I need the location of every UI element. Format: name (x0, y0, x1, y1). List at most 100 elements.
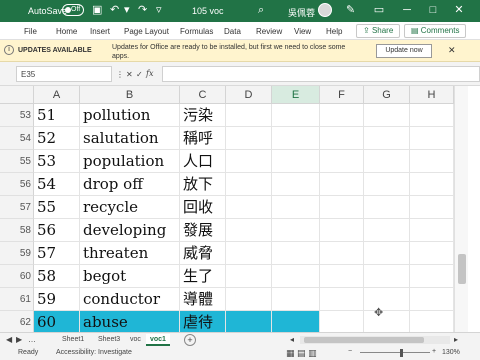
scroll-right-icon[interactable]: ▸ (454, 335, 458, 344)
zoom-slider-thumb[interactable] (400, 349, 403, 357)
row-header[interactable]: 56 (0, 173, 34, 196)
sheet-tab-sheet1[interactable]: Sheet1 (58, 334, 88, 346)
cell-meaning[interactable]: 導體 (180, 288, 226, 311)
cell-num[interactable]: 58 (34, 265, 80, 288)
cell-word[interactable]: abuse (80, 311, 180, 332)
enter-icon[interactable]: ✓ (136, 70, 143, 79)
cell-empty[interactable] (226, 127, 272, 150)
cell-empty[interactable] (410, 288, 454, 311)
maximize-icon[interactable]: □ (426, 3, 440, 17)
zoom-level[interactable]: 130% (442, 349, 460, 356)
close-icon[interactable]: ✕ (452, 3, 466, 17)
document-title[interactable]: 105 voc (192, 6, 224, 16)
cell-num[interactable]: 53 (34, 150, 80, 173)
tab-help[interactable]: Help (326, 27, 342, 36)
cell-meaning[interactable]: 放下 (180, 173, 226, 196)
cell-num[interactable]: 57 (34, 242, 80, 265)
cell-empty[interactable] (226, 173, 272, 196)
row-header[interactable]: 62 (0, 311, 34, 332)
cell-empty[interactable] (272, 150, 320, 173)
cell-empty[interactable] (364, 265, 410, 288)
cell-empty[interactable] (364, 173, 410, 196)
cell-empty[interactable] (364, 196, 410, 219)
row-header[interactable]: 55 (0, 150, 34, 173)
accessibility-status[interactable]: Accessibility: Investigate (56, 349, 132, 356)
name-box[interactable]: E35 (16, 66, 112, 82)
close-message-icon[interactable]: ✕ (448, 45, 456, 56)
cell-empty[interactable] (410, 311, 454, 332)
cell-meaning[interactable]: 稱呼 (180, 127, 226, 150)
row-header[interactable]: 58 (0, 219, 34, 242)
cell-empty[interactable] (320, 311, 364, 332)
more-sheets-icon[interactable]: … (28, 335, 36, 344)
search-icon[interactable]: ⌕ (258, 4, 264, 16)
cell-word[interactable]: recycle (80, 196, 180, 219)
customize-toolbar-icon[interactable]: ▿ (156, 4, 162, 16)
cell-word[interactable]: developing (80, 219, 180, 242)
scroll-left-icon[interactable]: ◂ (290, 335, 294, 344)
minimize-icon[interactable]: ─ (400, 3, 414, 17)
cell-num[interactable]: 60 (34, 311, 80, 332)
cell-empty[interactable] (272, 311, 320, 332)
cell-empty[interactable] (272, 173, 320, 196)
cell-empty[interactable] (226, 311, 272, 332)
cell-meaning[interactable]: 污染 (180, 104, 226, 127)
sheet-tab-voc[interactable]: voc (126, 334, 145, 346)
row-header[interactable]: 60 (0, 265, 34, 288)
cell-empty[interactable] (272, 104, 320, 127)
row-header[interactable]: 54 (0, 127, 34, 150)
cell-empty[interactable] (364, 311, 410, 332)
tab-formulas[interactable]: Formulas (180, 27, 213, 36)
zoom-out-icon[interactable]: − (348, 348, 352, 355)
spreadsheet-grid[interactable]: A B C D E F G H 53 51 pollution 污染 54 52 salutation 稱呼 5… (0, 86, 480, 332)
cell-meaning[interactable]: 威脅 (180, 242, 226, 265)
select-all-corner[interactable] (0, 86, 34, 104)
cell-empty[interactable] (272, 288, 320, 311)
cell-meaning[interactable]: 虐待 (180, 311, 226, 332)
cell-empty[interactable] (272, 127, 320, 150)
vertical-scrollbar[interactable] (454, 86, 468, 332)
cell-num[interactable]: 52 (34, 127, 80, 150)
cell-word[interactable]: threaten (80, 242, 180, 265)
tab-review[interactable]: Review (256, 27, 282, 36)
cell-empty[interactable] (320, 265, 364, 288)
horizontal-scroll-thumb[interactable] (304, 337, 424, 343)
cell-empty[interactable] (320, 242, 364, 265)
column-header-f[interactable]: F (320, 86, 364, 104)
tab-page-layout[interactable]: Page Layout (124, 27, 169, 36)
zoom-slider[interactable] (360, 352, 430, 353)
share-button[interactable]: ⇪ Share (356, 24, 401, 38)
cell-empty[interactable] (226, 219, 272, 242)
next-sheet-icon[interactable]: ▶ (16, 335, 22, 344)
cell-empty[interactable] (320, 127, 364, 150)
cell-empty[interactable] (320, 150, 364, 173)
sheet-tab-sheet3[interactable]: Sheet3 (94, 334, 124, 346)
sheet-tab-voc1[interactable]: voc1 (146, 334, 170, 346)
cell-empty[interactable] (226, 265, 272, 288)
cell-word[interactable]: drop off (80, 173, 180, 196)
column-header-e[interactable]: E (272, 86, 320, 104)
cell-num[interactable]: 51 (34, 104, 80, 127)
cell-empty[interactable] (364, 104, 410, 127)
tab-home[interactable]: Home (56, 27, 77, 36)
cell-num[interactable]: 54 (34, 173, 80, 196)
horizontal-scrollbar[interactable] (300, 336, 450, 344)
column-header-c[interactable]: C (180, 86, 226, 104)
cell-num[interactable]: 56 (34, 219, 80, 242)
insert-function-icon[interactable]: fx (146, 69, 153, 78)
autosave-toggle[interactable]: Off (62, 4, 84, 16)
cell-empty[interactable] (226, 196, 272, 219)
cell-empty[interactable] (272, 242, 320, 265)
cell-empty[interactable] (226, 288, 272, 311)
cell-empty[interactable] (410, 219, 454, 242)
row-header[interactable]: 61 (0, 288, 34, 311)
cell-empty[interactable] (410, 242, 454, 265)
cell-empty[interactable] (364, 150, 410, 173)
undo-dropdown-icon[interactable]: ▾ (124, 4, 130, 16)
cell-empty[interactable] (410, 265, 454, 288)
comments-button[interactable]: ▤ Comments (404, 24, 467, 38)
page-break-view-icon[interactable]: ▥ (308, 348, 317, 358)
cell-empty[interactable] (410, 150, 454, 173)
tab-insert[interactable]: Insert (90, 27, 110, 36)
cell-empty[interactable] (320, 173, 364, 196)
